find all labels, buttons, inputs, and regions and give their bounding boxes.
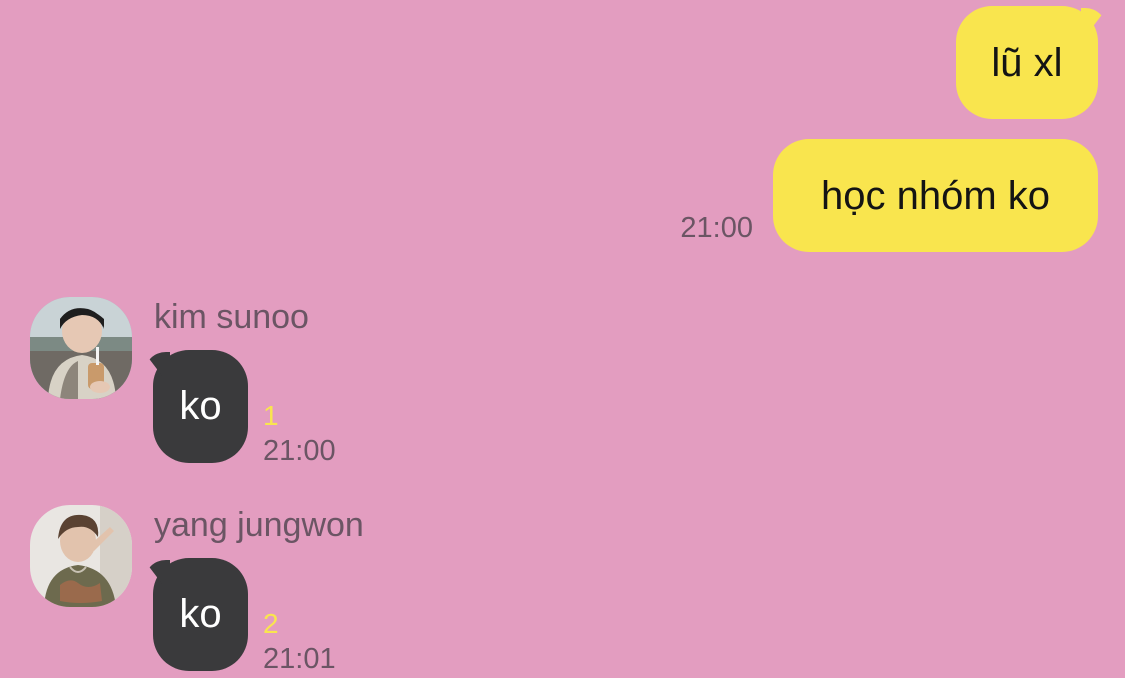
sender-name: yang jungwon bbox=[154, 506, 364, 544]
incoming-message-bubble[interactable]: ko bbox=[153, 558, 248, 671]
message-text: học nhóm ko bbox=[820, 173, 1051, 218]
message-text: lũ xl bbox=[991, 40, 1063, 85]
avatar[interactable] bbox=[30, 297, 132, 399]
message-text: ko bbox=[179, 592, 222, 636]
profile-photo-icon bbox=[30, 297, 132, 399]
message-timestamp: 21:00 bbox=[263, 435, 336, 467]
profile-photo-icon bbox=[30, 505, 132, 607]
avatar[interactable] bbox=[30, 505, 132, 607]
message-timestamp: 21:00 bbox=[680, 212, 753, 244]
sender-name: kim sunoo bbox=[154, 298, 309, 336]
message-timestamp: 21:01 bbox=[263, 643, 336, 675]
unread-count: 1 bbox=[263, 400, 279, 431]
outgoing-message-bubble[interactable]: lũ xl bbox=[956, 6, 1098, 119]
outgoing-message-bubble[interactable]: học nhóm ko bbox=[773, 139, 1098, 252]
message-text: ko bbox=[179, 384, 222, 428]
unread-count: 2 bbox=[263, 608, 279, 639]
incoming-message-bubble[interactable]: ko bbox=[153, 350, 248, 463]
